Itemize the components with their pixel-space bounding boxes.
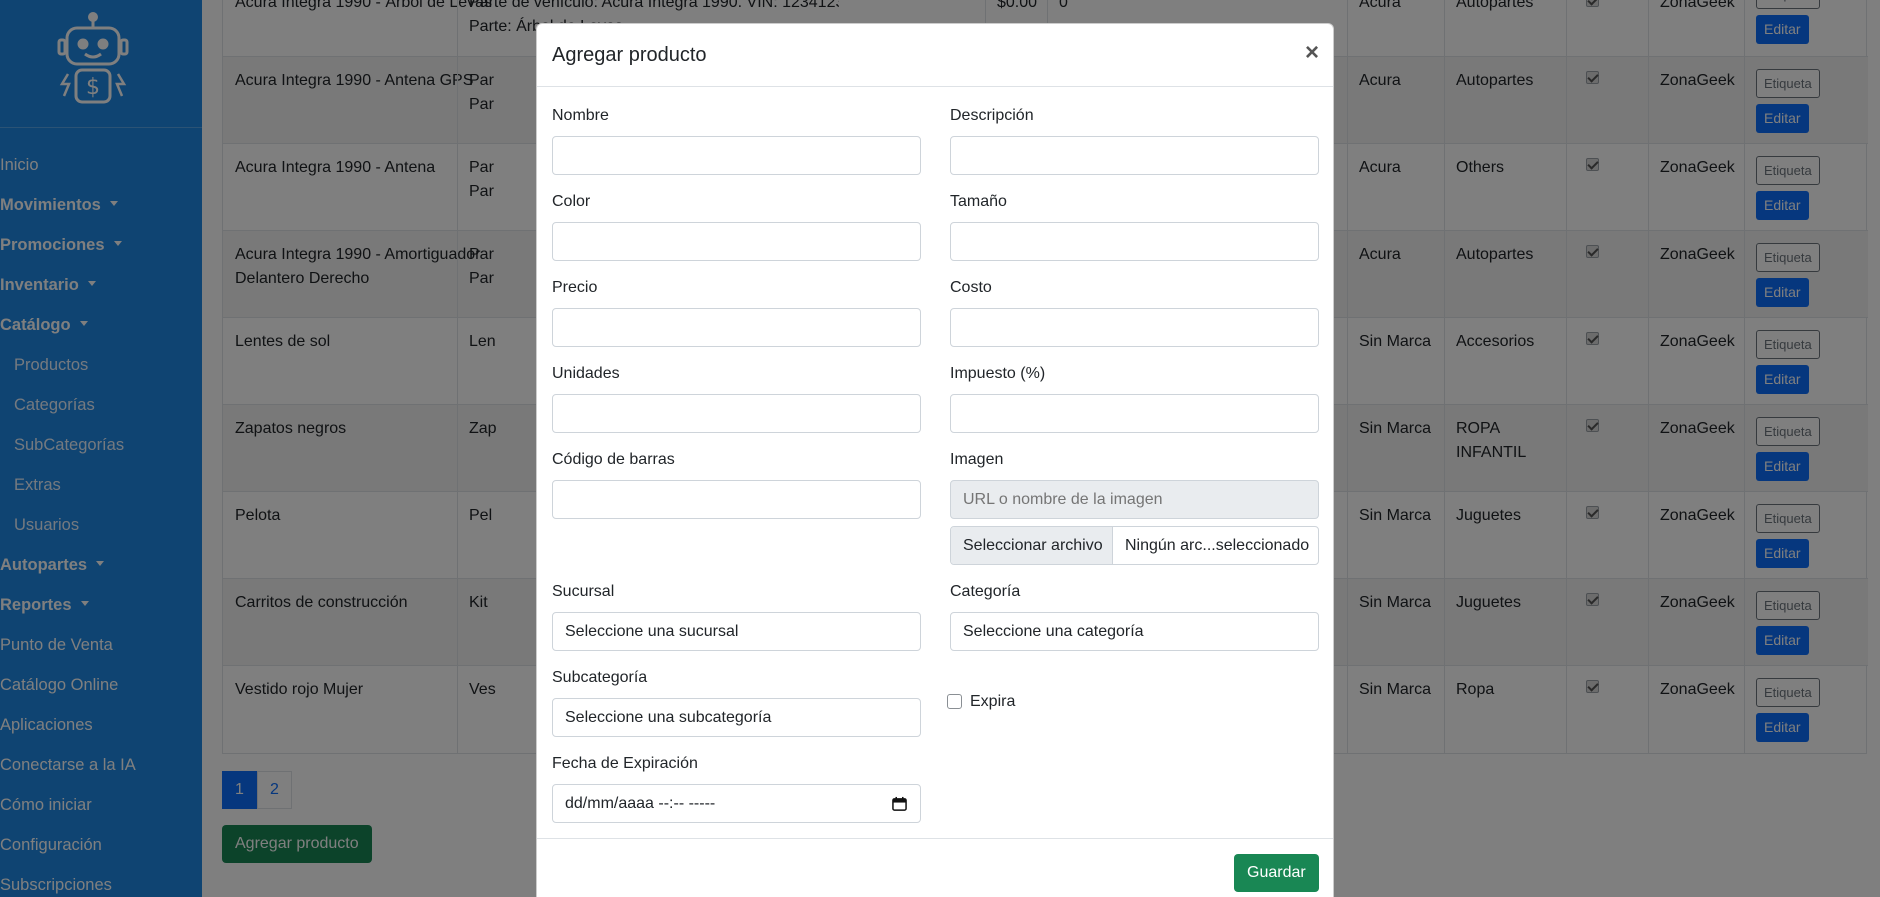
precio-field[interactable] (552, 308, 921, 347)
impuesto-label: Impuesto (%) (950, 365, 1046, 382)
tamano-label: Tamaño (950, 193, 1007, 210)
calendar-icon[interactable] (892, 796, 907, 811)
fecha-expiracion-value: dd/mm/aaaa --:-- ----- (565, 795, 716, 812)
color-label: Color (552, 193, 591, 210)
unidades-field[interactable] (552, 394, 921, 433)
imagen-file-input[interactable]: Seleccionar archivo Ningún arc...selecci… (950, 526, 1319, 565)
save-button[interactable]: Guardar (1234, 854, 1319, 892)
nombre-label: Nombre (552, 107, 609, 124)
modal-title: Agregar producto (552, 44, 707, 66)
close-icon[interactable]: × (1305, 41, 1319, 65)
categoria-label: Categoría (950, 583, 1021, 600)
modal-footer-divider (537, 838, 1333, 839)
impuesto-field[interactable] (950, 394, 1319, 433)
modal-header: Agregar producto × (537, 24, 1333, 87)
subcategoria-label: Subcategoría (552, 669, 648, 686)
sucursal-select[interactable]: Seleccione una sucursal (552, 612, 921, 651)
descripcion-field[interactable] (950, 136, 1319, 175)
select-file-button[interactable]: Seleccionar archivo (951, 527, 1113, 564)
unidades-label: Unidades (552, 365, 620, 382)
categoria-select[interactable]: Seleccione una categoría (950, 612, 1319, 651)
imagen-label: Imagen (950, 451, 1004, 468)
costo-label: Costo (950, 279, 992, 296)
fecha-expiracion-field[interactable]: dd/mm/aaaa --:-- ----- (552, 784, 921, 823)
codigo-barras-field[interactable] (552, 480, 921, 519)
expira-checkbox[interactable] (947, 694, 962, 709)
tamano-field[interactable] (950, 222, 1319, 261)
descripcion-label: Descripción (950, 107, 1034, 124)
codigo-barras-label: Código de barras (552, 451, 675, 468)
fecha-expiracion-label: Fecha de Expiración (552, 755, 698, 772)
subcategoria-select[interactable]: Seleccione una subcategoría (552, 698, 921, 737)
precio-label: Precio (552, 279, 598, 296)
expira-label: Expira (970, 693, 1016, 710)
color-field[interactable] (552, 222, 921, 261)
costo-field[interactable] (950, 308, 1319, 347)
sucursal-label: Sucursal (552, 583, 615, 600)
imagen-url-field (950, 480, 1319, 519)
nombre-field[interactable] (552, 136, 921, 175)
file-name-text: Ningún arc...seleccionado (1125, 537, 1310, 554)
add-product-modal: Agregar producto × Nombre Descripción Co… (536, 23, 1334, 897)
